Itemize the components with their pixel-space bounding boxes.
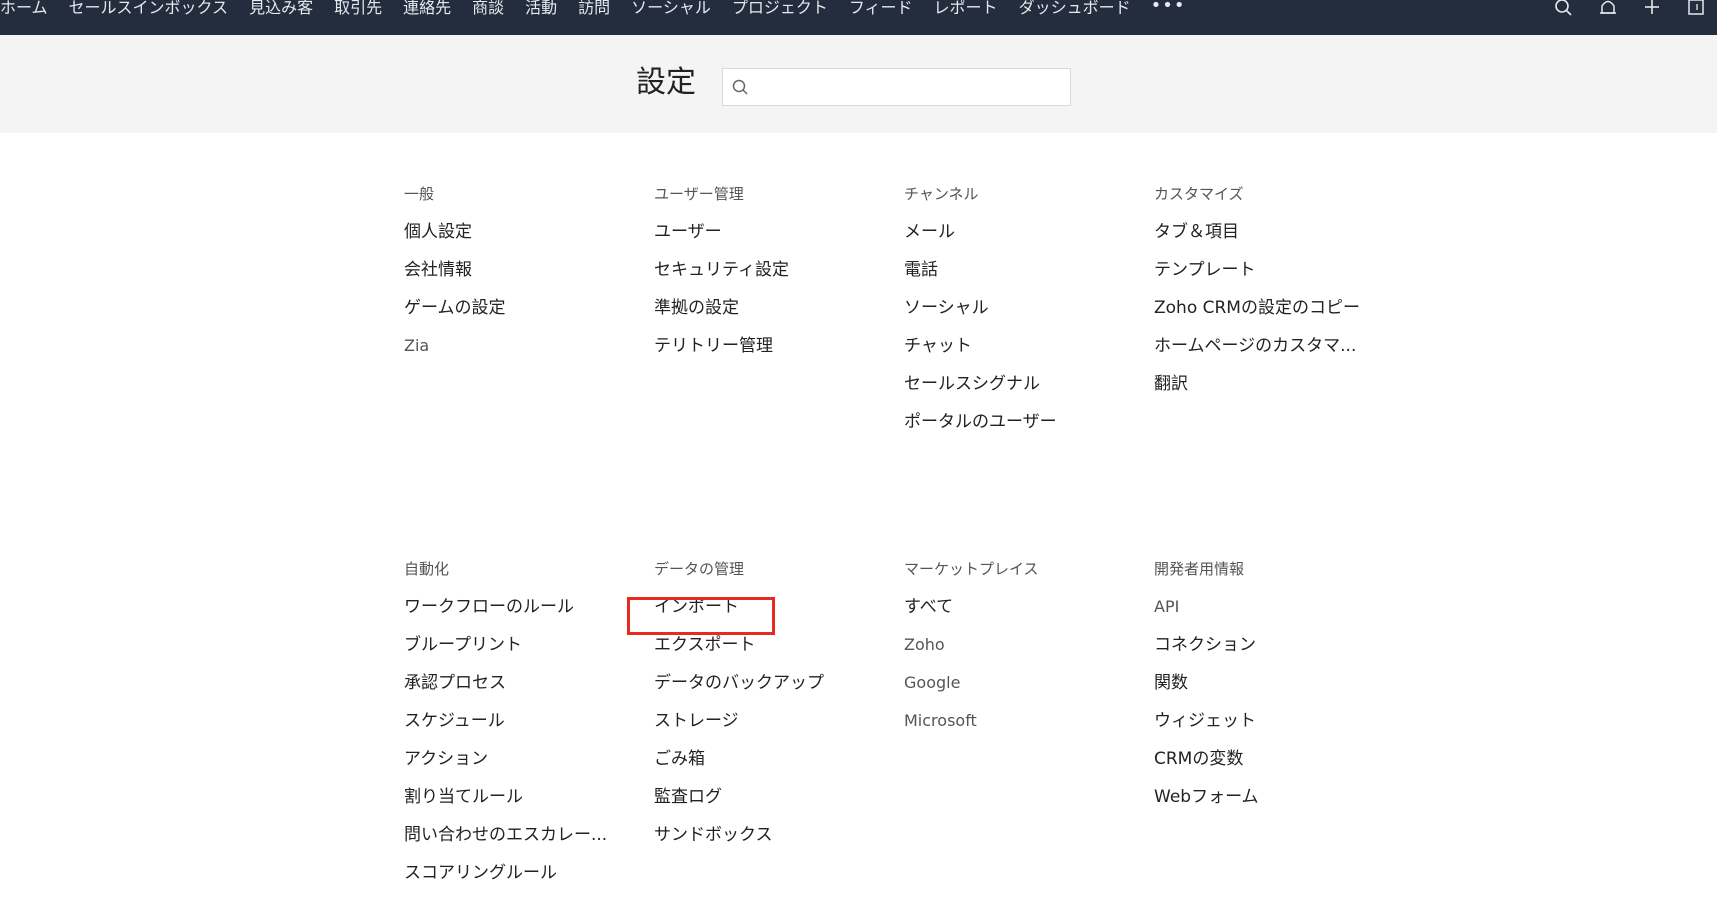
plus-icon[interactable] [1641,0,1663,18]
settings-link-data-backup[interactable]: データのバックアップ [654,673,874,711]
section-customization: カスタマイズ タブ＆項目 テンプレート Zoho CRMの設定のコピー ホームペ… [1154,184,1384,412]
settings-link-web-forms[interactable]: Webフォーム [1154,787,1374,825]
settings-link-territory[interactable]: テリトリー管理 [654,336,874,374]
settings-link-game-settings[interactable]: ゲームの設定 [404,298,624,336]
settings-link-crm-variables[interactable]: CRMの変数 [1154,749,1374,787]
section-title: カスタマイズ [1154,185,1244,203]
section-channels: チャンネル メール 電話 ソーシャル チャット セールスシグナル ポータルのユー… [904,184,1134,450]
more-menu-button[interactable]: ••• [1141,0,1196,15]
settings-link-sales-signals[interactable]: セールスシグナル [904,374,1124,412]
nav-item-projects[interactable]: プロジェクト [721,0,838,16]
settings-link-blueprint[interactable]: ブループリント [404,635,624,673]
settings-link-phone[interactable]: 電話 [904,260,1124,298]
settings-link-functions[interactable]: 関数 [1154,673,1374,711]
settings-link-scoring-rules[interactable]: スコアリングルール [404,863,624,901]
section-title: マーケットプレイス [904,560,1039,578]
settings-link-marketplace-microsoft[interactable]: Microsoft [904,711,1124,749]
section-title: データの管理 [654,560,745,578]
settings-link-social[interactable]: ソーシャル [904,298,1124,336]
settings-link-schedules[interactable]: スケジュール [404,711,624,749]
settings-link-recycle-bin[interactable]: ごみ箱 [654,749,874,787]
search-icon [731,78,751,98]
settings-link-marketplace-zoho[interactable]: Zoho [904,635,1124,673]
settings-link-connections[interactable]: コネクション [1154,635,1374,673]
settings-link-zia[interactable]: Zia [404,336,624,374]
section-data-administration: データの管理 インポート エクスポート データのバックアップ ストレージ ごみ箱… [654,559,884,863]
settings-link-chat[interactable]: チャット [904,336,1124,374]
section-user-management: ユーザー管理 ユーザー セキュリティ設定 準拠の設定 テリトリー管理 [654,184,884,374]
section-developer-space: 開発者用情報 API コネクション 関数 ウィジェット CRMの変数 Webフォ… [1154,559,1384,825]
settings-link-company-info[interactable]: 会社情報 [404,260,624,298]
section-title: チャンネル [904,185,979,203]
settings-link-translation[interactable]: 翻訳 [1154,374,1374,412]
section-title: 開発者用情報 [1154,560,1245,578]
nav-item-contacts[interactable]: 連絡先 [392,0,461,16]
top-navigation-bar: ホーム セールスインボックス 見込み客 取引先 連絡先 商談 活動 訪問 ソーシ… [0,0,1717,35]
nav-item-home[interactable]: ホーム [0,0,58,16]
settings-link-security[interactable]: セキュリティ設定 [654,260,874,298]
settings-link-actions[interactable]: アクション [404,749,624,787]
nav-item-sales-inbox[interactable]: セールスインボックス [58,0,239,16]
settings-link-templates[interactable]: テンプレート [1154,260,1374,298]
settings-link-copy-settings[interactable]: Zoho CRMの設定のコピー [1154,298,1374,336]
settings-header: 設定 [0,35,1717,133]
section-automation: 自動化 ワークフローのルール ブループリント 承認プロセス スケジュール アクシ… [404,559,634,901]
settings-link-export[interactable]: エクスポート [654,635,874,673]
section-title: ユーザー管理 [654,185,744,203]
settings-link-case-escalation[interactable]: 問い合わせのエスカレー... [404,825,624,863]
page-title: 設定 [636,65,696,100]
search-icon[interactable] [1553,0,1575,18]
settings-link-audit-log[interactable]: 監査ログ [654,787,874,825]
nav-item-feeds[interactable]: フィード [838,0,923,16]
bell-icon[interactable] [1597,0,1619,18]
settings-search-input[interactable] [757,73,1061,103]
settings-link-storage[interactable]: ストレージ [654,711,874,749]
settings-link-marketplace-all[interactable]: すべて [904,597,1124,635]
nav-item-activities[interactable]: 活動 [514,0,567,16]
nav-item-social[interactable]: ソーシャル [620,0,721,16]
settings-link-portal-users[interactable]: ポータルのユーザー [904,412,1124,450]
nav-item-deals[interactable]: 商談 [461,0,514,16]
settings-link-compliance[interactable]: 準拠の設定 [654,298,874,336]
section-title: 一般 [404,185,435,203]
section-general: 一般 個人設定 会社情報 ゲームの設定 Zia [404,184,634,374]
nav-item-dashboards[interactable]: ダッシュボード [1008,0,1141,16]
settings-link-tabs-fields[interactable]: タブ＆項目 [1154,222,1374,260]
section-title: 自動化 [404,560,450,578]
settings-link-widgets[interactable]: ウィジェット [1154,711,1374,749]
settings-link-sandbox[interactable]: サンドボックス [654,825,874,863]
settings-link-api[interactable]: API [1154,597,1374,635]
nav-icons [1553,0,1707,20]
section-marketplace: マーケットプレイス すべて Zoho Google Microsoft [904,559,1134,749]
nav-item-leads[interactable]: 見込み客 [238,0,323,16]
settings-link-assignment-rules[interactable]: 割り当てルール [404,787,624,825]
nav-item-visits[interactable]: 訪問 [567,0,620,16]
calendar-icon[interactable] [1685,0,1707,18]
settings-link-personal[interactable]: 個人設定 [404,222,624,260]
nav-item-reports[interactable]: レポート [923,0,1008,16]
settings-link-workflow-rules[interactable]: ワークフローのルール [404,597,624,635]
settings-link-homepage-customization[interactable]: ホームページのカスタマ... [1154,336,1374,374]
nav-menu: ホーム セールスインボックス 見込み客 取引先 連絡先 商談 活動 訪問 ソーシ… [0,0,1195,35]
settings-link-email[interactable]: メール [904,222,1124,260]
settings-search-box[interactable] [722,68,1071,106]
settings-link-users[interactable]: ユーザー [654,222,874,260]
settings-link-marketplace-google[interactable]: Google [904,673,1124,711]
settings-link-import[interactable]: インポート [654,597,874,635]
nav-item-accounts[interactable]: 取引先 [323,0,392,16]
settings-link-approval-process[interactable]: 承認プロセス [404,673,624,711]
